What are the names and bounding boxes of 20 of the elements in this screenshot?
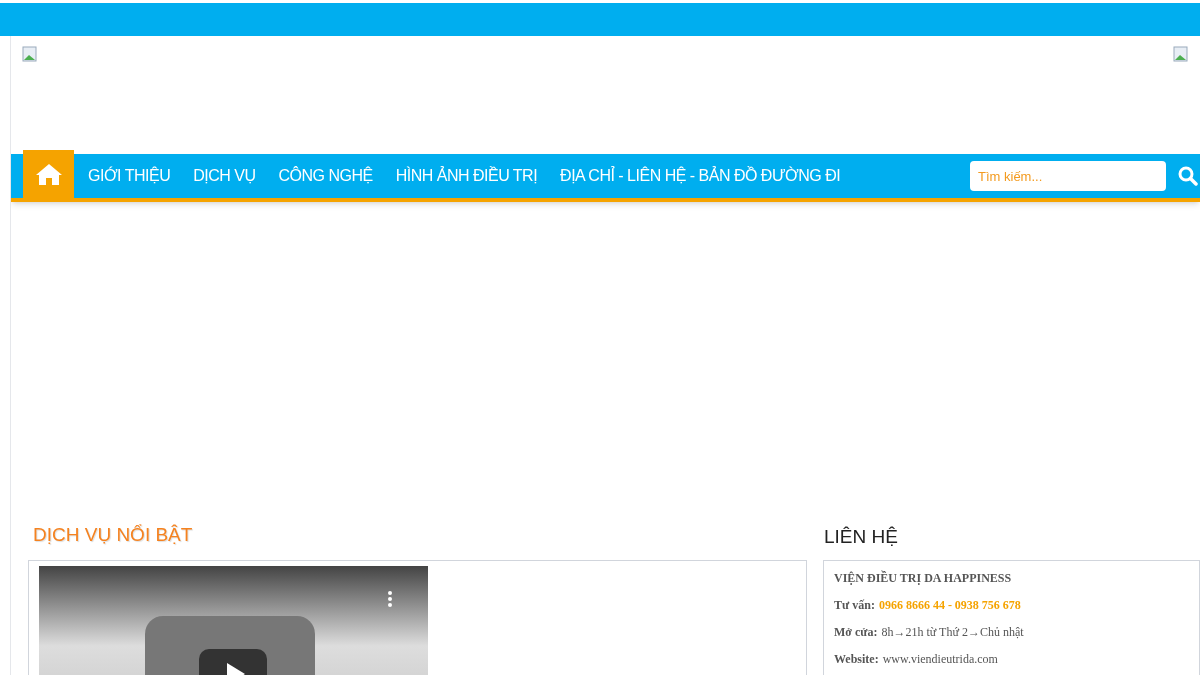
field-value: 8h→21h từ Thứ 2→Chủ nhật <box>881 624 1024 641</box>
nav-link[interactable]: HÌNH ẢNH ĐIỀU TRỊ <box>384 164 549 188</box>
clinic-name: VIỆN ĐIỀU TRỊ DA HAPPINESS <box>834 569 1012 587</box>
section-title: LIÊN HỆ <box>824 525 899 549</box>
field-value: www.viendieutrida.com <box>882 651 998 668</box>
broken-image-icon <box>22 46 38 62</box>
field-label: Mở cửa: <box>834 624 878 641</box>
nav-link[interactable]: ĐỊA CHỈ - LIÊN HỆ - BẢN ĐỒ ĐƯỜNG ĐI <box>549 164 852 188</box>
broken-image-icon <box>1173 46 1189 62</box>
field-value: 0966 8666 44 - 0938 756 678 <box>878 597 1021 614</box>
nav-link[interactable]: CÔNG NGHỆ <box>267 164 384 188</box>
search-icon[interactable] <box>1178 166 1198 186</box>
field-label: Website: <box>834 651 879 668</box>
home-button[interactable] <box>23 150 74 198</box>
section-title: DỊCH VỤ NỔI BẬT <box>33 523 194 547</box>
search-field[interactable]: Tìm kiếm... <box>970 161 1166 191</box>
nav-link[interactable]: GIỚI THIỆU <box>77 164 182 188</box>
home-icon <box>34 162 63 186</box>
field-label: Tư vấn: <box>834 597 875 614</box>
nav-link[interactable]: DỊCH VỤ <box>182 164 267 188</box>
